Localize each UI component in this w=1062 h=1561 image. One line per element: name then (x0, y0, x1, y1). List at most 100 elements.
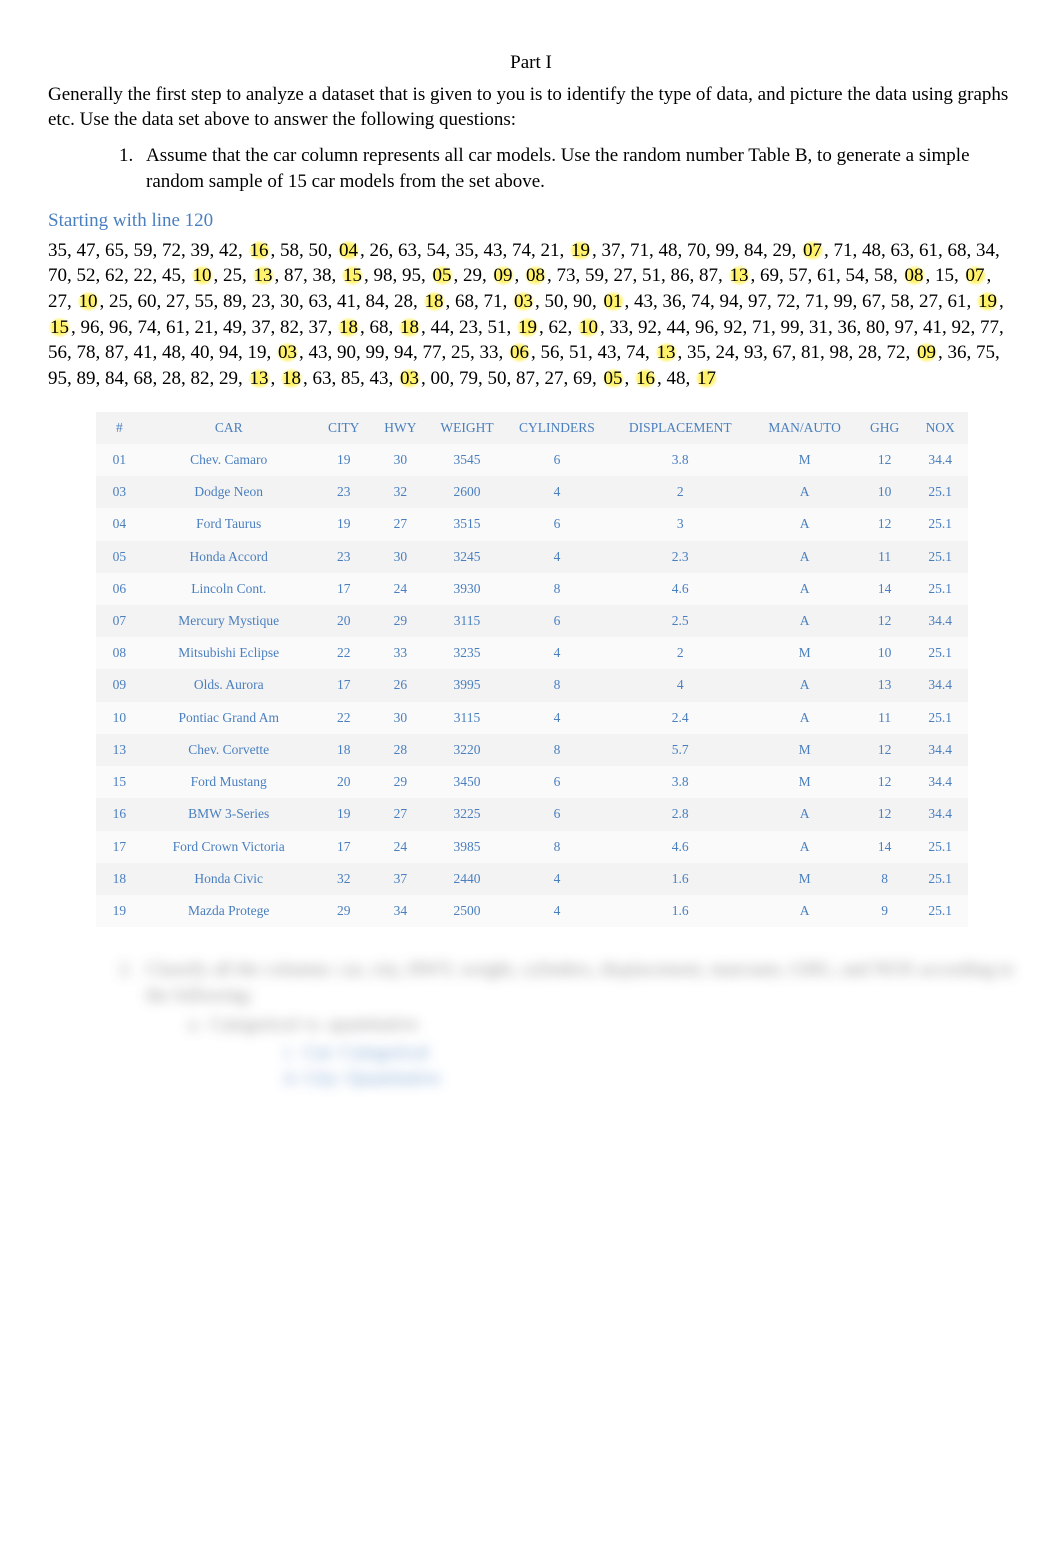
table-row: 03Dodge Neon2332260042A1025.1 (96, 476, 968, 508)
column-header: MAN/AUTO (752, 412, 856, 444)
table-cell: 25.1 (912, 541, 968, 573)
table-cell: 34.4 (912, 734, 968, 766)
table-cell: A (752, 831, 856, 863)
table-cell: 12 (857, 766, 913, 798)
table-cell: 03 (96, 476, 143, 508)
table-cell: 4 (506, 637, 608, 669)
table-row: 19Mazda Protege2934250041.6A925.1 (96, 895, 968, 927)
table-row: 15Ford Mustang2029345063.8M1234.4 (96, 766, 968, 798)
table-cell: M (752, 444, 856, 476)
table-row: 04Ford Taurus1927351563A1225.1 (96, 508, 968, 540)
table-cell: 6 (506, 798, 608, 830)
table-cell: 27 (373, 508, 429, 540)
table-cell: 3235 (428, 637, 506, 669)
table-cell: 6 (506, 444, 608, 476)
table-cell: 13 (857, 669, 913, 701)
table-row: 06Lincoln Cont.1724393084.6A1425.1 (96, 573, 968, 605)
table-cell: 3220 (428, 734, 506, 766)
table-cell: 3225 (428, 798, 506, 830)
table-cell: 14 (857, 831, 913, 863)
table-cell: 33 (373, 637, 429, 669)
column-header: CAR (143, 412, 315, 444)
table-cell: M (752, 637, 856, 669)
intro-paragraph: Generally the first step to analyze a da… (48, 82, 1014, 133)
table-row: 07Mercury Mystique2029311562.5A1234.4 (96, 605, 968, 637)
table-cell: 16 (96, 798, 143, 830)
question-list: Assume that the car column represents al… (48, 143, 1014, 194)
table-cell: 04 (96, 508, 143, 540)
table-cell: 12 (857, 508, 913, 540)
table-cell: Mitsubishi Eclipse (143, 637, 315, 669)
table-cell: 9 (857, 895, 913, 927)
table-cell: 25.1 (912, 895, 968, 927)
table-cell: 2500 (428, 895, 506, 927)
table-cell: 2.4 (608, 702, 752, 734)
table-cell: A (752, 508, 856, 540)
table-cell: 8 (506, 573, 608, 605)
table-cell: 1.6 (608, 863, 752, 895)
table-cell: 12 (857, 605, 913, 637)
column-header: GHG (857, 412, 913, 444)
table-cell: 10 (857, 476, 913, 508)
table-cell: 5.7 (608, 734, 752, 766)
table-cell: 25.1 (912, 702, 968, 734)
table-cell: 10 (857, 637, 913, 669)
table-cell: A (752, 669, 856, 701)
table-cell: 3515 (428, 508, 506, 540)
table-cell: M (752, 863, 856, 895)
table-cell: 2 (608, 476, 752, 508)
table-cell: 28 (373, 734, 429, 766)
table-cell: 3545 (428, 444, 506, 476)
table-cell: 34.4 (912, 605, 968, 637)
table-cell: 32 (373, 476, 429, 508)
column-header: CYLINDERS (506, 412, 608, 444)
table-cell: 25.1 (912, 863, 968, 895)
question-2a-text: Categorical vs. quantitative (210, 1014, 418, 1035)
table-cell: 08 (96, 637, 143, 669)
starting-line-heading: Starting with line 120 (48, 208, 1014, 234)
table-cell: 23 (315, 541, 373, 573)
table-cell: 30 (373, 702, 429, 734)
table-cell: 34 (373, 895, 429, 927)
table-body: 01Chev. Camaro1930354563.8M1234.403Dodge… (96, 444, 968, 927)
table-cell: 27 (373, 798, 429, 830)
table-cell: 3930 (428, 573, 506, 605)
table-cell: 19 (315, 444, 373, 476)
table-cell: 10 (96, 702, 143, 734)
table-cell: 4 (506, 541, 608, 573)
table-cell: 29 (373, 766, 429, 798)
table-cell: 6 (506, 605, 608, 637)
table-cell: 24 (373, 831, 429, 863)
table-cell: A (752, 702, 856, 734)
table-cell: 15 (96, 766, 143, 798)
table-cell: 13 (96, 734, 143, 766)
table-cell: 09 (96, 669, 143, 701)
question-2: Classify all the columns: car, city, HWY… (138, 957, 1014, 1091)
table-cell: 37 (373, 863, 429, 895)
table-cell: 4 (506, 702, 608, 734)
table-cell: M (752, 734, 856, 766)
table-cell: Mercury Mystique (143, 605, 315, 637)
table-cell: 3115 (428, 605, 506, 637)
table-cell: 2600 (428, 476, 506, 508)
table-cell: 8 (857, 863, 913, 895)
column-header: CITY (315, 412, 373, 444)
table-cell: 34.4 (912, 669, 968, 701)
question-2-text: Classify all the columns: car, city, HWY… (146, 959, 1014, 1006)
table-cell: 17 (315, 669, 373, 701)
table-cell: 17 (315, 573, 373, 605)
table-cell: 4.6 (608, 573, 752, 605)
table-cell: 34.4 (912, 798, 968, 830)
table-cell: 3450 (428, 766, 506, 798)
table-cell: 32 (315, 863, 373, 895)
table-cell: 24 (373, 573, 429, 605)
table-cell: A (752, 476, 856, 508)
table-cell: 20 (315, 766, 373, 798)
table-cell: 29 (373, 605, 429, 637)
table-cell: 3.8 (608, 444, 752, 476)
table-cell: 4 (608, 669, 752, 701)
table-cell: 17 (96, 831, 143, 863)
table-cell: 6 (506, 508, 608, 540)
table-cell: Lincoln Cont. (143, 573, 315, 605)
table-cell: 30 (373, 541, 429, 573)
